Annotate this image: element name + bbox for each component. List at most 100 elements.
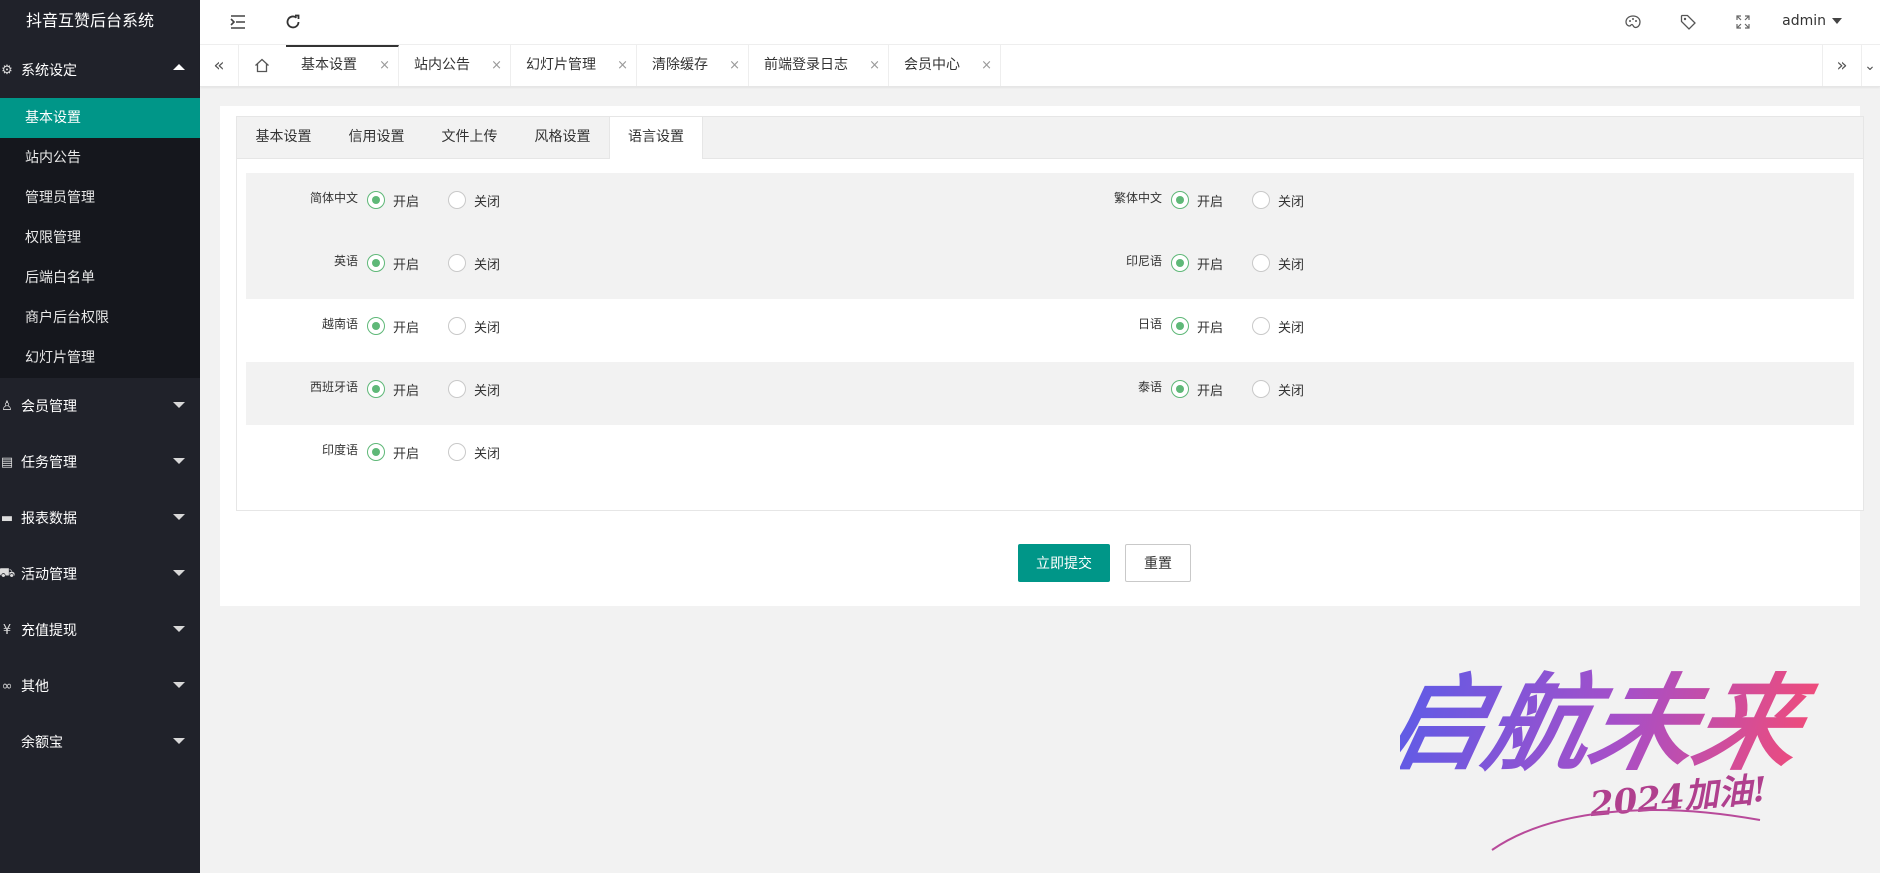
sidebar-item-admin-management[interactable]: 管理员管理 [0,178,200,218]
tab-style-settings[interactable]: 风格设置 [516,117,609,158]
home-icon [255,58,269,73]
close-icon[interactable]: × [729,45,740,86]
menu-group-system: ⚙ 系统设定 基本设置 站内公告 管理员管理 权限管理 后端白名单 商户后台权限… [0,42,200,378]
refresh-icon[interactable] [270,0,316,44]
sidebar-item-merchant-permissions[interactable]: 商户后台权限 [0,298,200,338]
language-item-thai: 泰语 开启 关闭 [1050,362,1850,425]
group-label: 系统设定 [21,63,77,79]
field-label: 英语 [333,254,358,268]
sidebar-item-basic-settings[interactable]: 基本设置 [0,98,200,138]
page-tab-clear-cache[interactable]: 清除缓存 × [637,45,749,86]
close-icon[interactable]: × [617,45,628,86]
page-tab-basic-settings[interactable]: 基本设置 × [286,45,399,86]
tab-label: 前端登录日志 [764,57,848,73]
radio-off[interactable]: 关闭 [448,252,500,274]
radio-off[interactable]: 关闭 [1252,189,1304,211]
settings-tabs: 基本设置 信用设置 文件上传 风格设置 语言设置 [237,117,1863,159]
tab-label: 清除缓存 [652,57,708,73]
field-label: 繁体中文 [1113,191,1162,205]
language-row: 印度语 开启 关闭 [246,425,1854,488]
sidebar-group-other[interactable]: ∞ 其他 [0,658,200,714]
caret-down-icon [1832,18,1842,24]
radio-on[interactable]: 开启 [1171,252,1223,274]
radio-off[interactable]: 关闭 [1252,315,1304,337]
chevron-down-icon [173,570,185,576]
radio-off[interactable]: 关闭 [448,441,500,463]
language-row: 越南语 开启 关闭 日语 开启 关闭 [246,299,1854,362]
tab-basic-settings[interactable]: 基本设置 [237,117,330,158]
tabs-scroll-left-icon[interactable]: « [200,45,239,86]
submit-button[interactable]: 立即提交 [1018,544,1110,582]
close-icon[interactable]: × [981,45,992,86]
tab-language-settings[interactable]: 语言设置 [609,117,703,159]
car-icon: ⛟ [0,565,16,581]
sidebar-group-system-settings[interactable]: ⚙ 系统设定 [0,42,200,98]
sidebar-item-site-announcement[interactable]: 站内公告 [0,138,200,178]
radio-off[interactable]: 关闭 [448,315,500,337]
sidebar-group-recharge[interactable]: ¥ 充值提现 [0,602,200,658]
user-menu[interactable]: admin [1782,0,1842,44]
document-icon: ▤ [0,454,14,470]
sidebar-item-permission-management[interactable]: 权限管理 [0,218,200,258]
close-icon[interactable]: × [491,45,502,86]
close-icon[interactable]: × [869,45,880,86]
tab-label: 基本设置 [301,57,357,73]
radio-on[interactable]: 开启 [367,378,419,400]
user-icon: ♙ [1,398,13,414]
tabs-menu-chevron-icon[interactable]: ⌄ [1860,45,1880,86]
sidebar-group-activities[interactable]: ⛟ 活动管理 [0,546,200,602]
chevron-down-icon [173,458,185,464]
reset-button[interactable]: 重置 [1125,544,1191,582]
tabs-scroll-right-icon[interactable]: » [1822,45,1862,86]
home-tab[interactable] [238,45,287,86]
page-tab-slides-management[interactable]: 幻灯片管理 × [511,45,637,86]
theme-icon[interactable] [1610,0,1656,44]
sidebar: 抖音互赞后台系统 ⚙ 系统设定 基本设置 站内公告 管理员管理 权限管理 后端白… [0,0,200,873]
field-label: 越南语 [321,317,358,331]
close-icon[interactable]: × [379,47,390,84]
language-row: 简体中文 开启 关闭 繁体中文 开启 关闭 [246,173,1854,236]
language-item-traditional-chinese: 繁体中文 开启 关闭 [1050,173,1850,236]
page-tabs-bar: « 基本设置 × 站内公告 × 幻灯片管理 × 清除缓存 × 前端登录日志 × 会员中心 ×… [200,45,1880,87]
language-row: 西班牙语 开启 关闭 泰语 开启 关闭 [246,362,1854,425]
chevron-down-icon [173,514,185,520]
radio-on[interactable]: 开启 [367,252,419,274]
page-tab-login-log[interactable]: 前端登录日志 × [749,45,889,86]
radio-on[interactable]: 开启 [367,189,419,211]
radio-off[interactable]: 关闭 [448,189,500,211]
tag-icon[interactable] [1665,0,1711,44]
tab-label: 站内公告 [414,57,470,73]
sidebar-group-reports[interactable]: ▬ 报表数据 [0,490,200,546]
sidebar-group-members[interactable]: ♙ 会员管理 [0,378,200,434]
sidebar-item-slides-management[interactable]: 幻灯片管理 [0,338,200,378]
tab-credit-settings[interactable]: 信用设置 [330,117,423,158]
app-title: 抖音互赞后台系统 [0,0,200,42]
fullscreen-icon[interactable] [1720,0,1766,44]
group-label: 充值提现 [21,623,77,639]
group-label: 其他 [21,679,49,695]
radio-off[interactable]: 关闭 [1252,378,1304,400]
page-tab-site-announcement[interactable]: 站内公告 × [399,45,511,86]
language-item-spanish: 西班牙语 开启 关闭 [246,362,1046,425]
sidebar-group-tasks[interactable]: ▤ 任务管理 [0,434,200,490]
radio-on[interactable]: 开启 [1171,315,1223,337]
field-label: 简体中文 [309,191,358,205]
group-label: 余额宝 [21,735,63,751]
radio-off[interactable]: 关闭 [1252,252,1304,274]
radio-on[interactable]: 开启 [367,315,419,337]
top-header: admin [200,0,1880,45]
sidebar-group-balance[interactable]: 余额宝 [0,714,200,770]
radio-off[interactable]: 关闭 [448,378,500,400]
gear-icon: ⚙ [1,62,13,78]
page-tab-member-center[interactable]: 会员中心 × [889,45,1001,86]
menu-fold-icon[interactable] [215,0,261,44]
field-label: 印尼语 [1125,254,1162,268]
language-item-english: 英语 开启 关闭 [246,236,1046,299]
group-label: 任务管理 [21,455,77,471]
radio-on[interactable]: 开启 [1171,378,1223,400]
tab-file-upload[interactable]: 文件上传 [423,117,516,158]
sidebar-item-backend-whitelist[interactable]: 后端白名单 [0,258,200,298]
monitor-icon: ▬ [0,510,14,526]
radio-on[interactable]: 开启 [1171,189,1223,211]
radio-on[interactable]: 开启 [367,441,419,463]
